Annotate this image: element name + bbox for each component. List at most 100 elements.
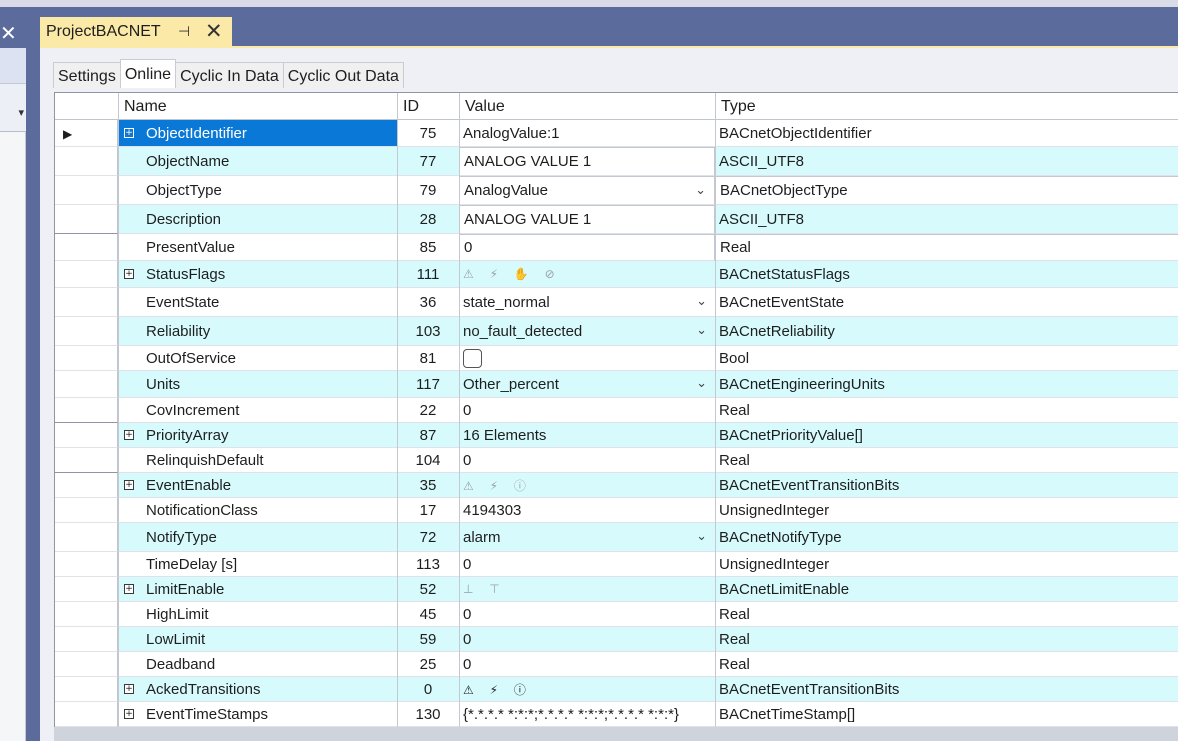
row-selector[interactable] [55, 552, 118, 577]
row-selector[interactable] [55, 205, 118, 234]
tab-cyclic-in-data[interactable]: Cyclic In Data [175, 62, 284, 88]
name-cell[interactable]: ObjectType [118, 176, 397, 205]
row-selector[interactable] [55, 288, 118, 317]
table-row[interactable]: NotificationClass 17 4194303 UnsignedIntege… [55, 498, 1178, 523]
row-selector[interactable] [55, 602, 118, 627]
name-cell[interactable]: HighLimit [118, 602, 397, 627]
row-selector[interactable] [55, 677, 118, 702]
row-selector[interactable] [55, 473, 118, 498]
name-cell[interactable]: NotificationClass [118, 498, 397, 523]
name-cell[interactable]: RelinquishDefault [118, 448, 397, 473]
close-icon[interactable]: ✕ [0, 24, 17, 44]
value-cell[interactable]: ⚠ ⚡ ✋ ⊘ [459, 261, 715, 288]
value-cell[interactable]: 0 [459, 234, 715, 261]
row-selector[interactable] [55, 176, 118, 205]
row-selector[interactable] [55, 398, 118, 423]
table-row[interactable]: ▶ + ObjectIdentifier 75 AnalogValue:1 BACnetO… [55, 120, 1178, 147]
expand-icon[interactable]: + [124, 584, 134, 594]
row-selector[interactable] [55, 652, 118, 677]
expand-icon[interactable]: + [124, 480, 134, 490]
name-cell[interactable]: + ObjectIdentifier [118, 120, 397, 147]
table-row[interactable]: OutOfService 81 Bool [55, 346, 1178, 371]
value-dropdown[interactable]: state_normal ⌄ [459, 288, 715, 317]
column-header-id[interactable]: ID [397, 93, 459, 120]
value-dropdown[interactable]: alarm ⌄ [459, 523, 715, 552]
row-selector[interactable] [55, 423, 118, 448]
value-cell[interactable]: 16 Elements [459, 423, 715, 448]
value-cell[interactable]: 0 [459, 448, 715, 473]
name-cell[interactable]: Reliability [118, 317, 397, 346]
out-of-service-checkbox[interactable] [463, 348, 482, 368]
table-row[interactable]: NotifyType 72 alarm ⌄ BACnetNotifyType [55, 523, 1178, 552]
tab-online[interactable]: Online [119, 59, 177, 88]
table-row[interactable]: Deadband 25 0 Real [55, 652, 1178, 677]
row-selector[interactable] [55, 627, 118, 652]
row-selector[interactable] [55, 702, 118, 727]
name-cell[interactable]: + AckedTransitions [118, 677, 397, 702]
name-cell[interactable]: + EventEnable [118, 473, 397, 498]
tab-settings[interactable]: Settings [53, 62, 121, 88]
table-row[interactable]: Description 28 ANALOG VALUE 1 ASCII_UTF8 [55, 205, 1178, 234]
document-tab[interactable]: ProjectBACNET ⊣ ✕ [40, 17, 232, 48]
pin-icon[interactable]: ⊣ [178, 23, 190, 40]
value-cell[interactable]: 0 [459, 398, 715, 423]
row-selector[interactable] [55, 523, 118, 552]
value-cell[interactable]: 0 [459, 602, 715, 627]
row-selector[interactable] [55, 261, 118, 288]
row-selector[interactable] [55, 577, 118, 602]
table-row[interactable]: PresentValue 85 0 Real [55, 234, 1178, 261]
table-row[interactable]: EventState 36 state_normal ⌄ BACnetEventStat… [55, 288, 1178, 317]
value-cell[interactable]: {*.*.*.* *:*:*;*.*.*.* *:*:*;*.*.*.* *:*… [459, 702, 715, 727]
column-header-type[interactable]: Type [715, 93, 1178, 120]
chevron-down-icon[interactable]: ⌄ [696, 322, 707, 338]
table-row[interactable]: + AckedTransitions 0 ⚠ ⚡ ⓘ BACnetEventTransi… [55, 677, 1178, 702]
value-cell[interactable]: 0 [459, 552, 715, 577]
value-cell[interactable]: AnalogValue:1 [459, 120, 715, 147]
value-checkbox-cell[interactable] [459, 346, 715, 371]
row-selector[interactable] [55, 147, 118, 176]
table-row[interactable]: RelinquishDefault 104 0 Real [55, 448, 1178, 473]
chevron-down-icon[interactable]: ⌄ [696, 528, 707, 544]
name-cell[interactable]: + StatusFlags [118, 261, 397, 288]
close-icon[interactable]: ✕ [205, 19, 223, 44]
name-cell[interactable]: + EventTimeStamps [118, 702, 397, 727]
row-selector[interactable] [55, 498, 118, 523]
table-row[interactable]: + LimitEnable 52 ⊥ ⊤ BACnetLimitEnable [55, 577, 1178, 602]
table-row[interactable]: + EventTimeStamps 130 {*.*.*.* *:*:*;*.*.*.… [55, 702, 1178, 727]
value-cell[interactable]: 0 [459, 627, 715, 652]
value-cell[interactable]: 4194303 [459, 498, 715, 523]
chevron-down-icon[interactable]: ⌄ [696, 375, 707, 391]
expand-icon[interactable]: + [124, 684, 134, 694]
table-row[interactable]: ObjectName 77 ANALOG VALUE 1 ASCII_UTF8 [55, 147, 1178, 176]
chevron-down-icon[interactable]: ⌄ [696, 293, 707, 309]
row-selector[interactable] [55, 317, 118, 346]
row-selector[interactable] [55, 346, 118, 371]
table-row[interactable]: + PriorityArray 87 16 Elements BACnetPriorit… [55, 423, 1178, 448]
name-cell[interactable]: CovIncrement [118, 398, 397, 423]
tab-cyclic-out-data[interactable]: Cyclic Out Data [282, 62, 404, 88]
table-row[interactable]: Units 117 Other_percent ⌄ BACnetEngineeringU… [55, 371, 1178, 398]
table-row[interactable]: LowLimit 59 0 Real [55, 627, 1178, 652]
value-dropdown[interactable]: Other_percent ⌄ [459, 371, 715, 398]
name-cell[interactable]: Units [118, 371, 397, 398]
name-cell[interactable]: TimeDelay [s] [118, 552, 397, 577]
expand-icon[interactable]: + [124, 128, 134, 138]
expand-icon[interactable]: + [124, 430, 134, 440]
name-cell[interactable]: OutOfService [118, 346, 397, 371]
value-cell[interactable]: ⊥ ⊤ [459, 577, 715, 602]
value-cell[interactable]: ⚠ ⚡ ⓘ [459, 473, 715, 498]
table-row[interactable]: ObjectType 79 AnalogValue ⌄ BACnetObjectType [55, 176, 1178, 205]
row-selector[interactable] [55, 234, 118, 261]
table-row[interactable]: HighLimit 45 0 Real [55, 602, 1178, 627]
table-row[interactable]: CovIncrement 22 0 Real [55, 398, 1178, 423]
value-cell[interactable]: ⚠ ⚡ ⓘ [459, 677, 715, 702]
name-cell[interactable]: LowLimit [118, 627, 397, 652]
chevron-down-icon[interactable]: ⌄ [695, 182, 706, 198]
row-selector[interactable] [55, 448, 118, 473]
horizontal-scrollbar[interactable] [54, 727, 1178, 741]
table-row[interactable]: TimeDelay [s] 113 0 UnsignedInteger [55, 552, 1178, 577]
name-cell[interactable]: ObjectName [118, 147, 397, 176]
table-row[interactable]: Reliability 103 no_fault_detected ⌄ BACnetRe… [55, 317, 1178, 346]
name-cell[interactable]: + LimitEnable [118, 577, 397, 602]
name-cell[interactable]: Description [118, 205, 397, 234]
